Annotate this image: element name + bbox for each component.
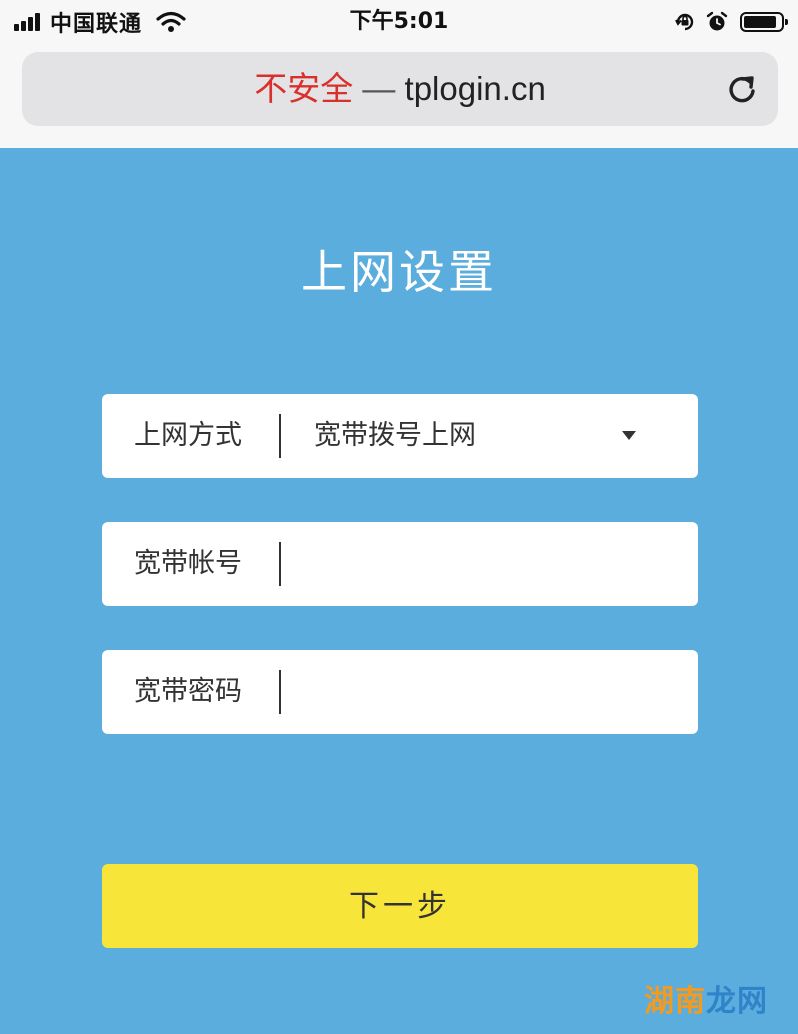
watermark-text-part2: 龙网 [706, 984, 768, 1019]
reload-icon[interactable] [724, 71, 760, 107]
broadband-password-input[interactable] [292, 662, 686, 724]
url-text[interactable]: 不安全 — tplogin.cn [22, 52, 778, 126]
orientation-lock-icon [675, 13, 694, 31]
next-step-button[interactable]: 下一步 [102, 864, 698, 948]
battery-level [744, 16, 776, 28]
watermark: 湖南龙网 [644, 976, 768, 1020]
dropdown-arrow-icon[interactable] [622, 431, 636, 440]
security-warning: 不安全 [254, 70, 354, 107]
broadband-password-row: 宽带密码 [102, 650, 698, 734]
broadband-account-row: 宽带帐号 [102, 522, 698, 606]
battery-cap [785, 19, 788, 25]
text-cursor [279, 542, 281, 586]
text-cursor [279, 670, 281, 714]
alarm-icon [706, 11, 728, 31]
connection-type-value[interactable]: 宽带拨号上网 [314, 394, 476, 478]
connection-type-select[interactable]: 上网方式 宽带拨号上网 [102, 394, 698, 478]
status-right [664, 0, 788, 44]
field-divider [279, 414, 281, 458]
watermark-text-part1: 湖南 [644, 984, 706, 1019]
status-bar: 中国联通 下午5:01 [0, 0, 798, 44]
url-domain: tplogin.cn [404, 70, 546, 107]
broadband-account-label: 宽带帐号 [134, 548, 242, 579]
broadband-account-input[interactable] [292, 534, 686, 596]
page-title: 上网设置 [301, 245, 497, 299]
url-separator: — [362, 70, 396, 107]
address-bar[interactable]: 不安全 — tplogin.cn [22, 52, 778, 126]
browser-chrome: 不安全 — tplogin.cn [0, 44, 798, 148]
battery-icon [740, 12, 788, 32]
connection-type-label: 上网方式 [134, 420, 242, 451]
broadband-password-label: 宽带密码 [134, 676, 242, 707]
